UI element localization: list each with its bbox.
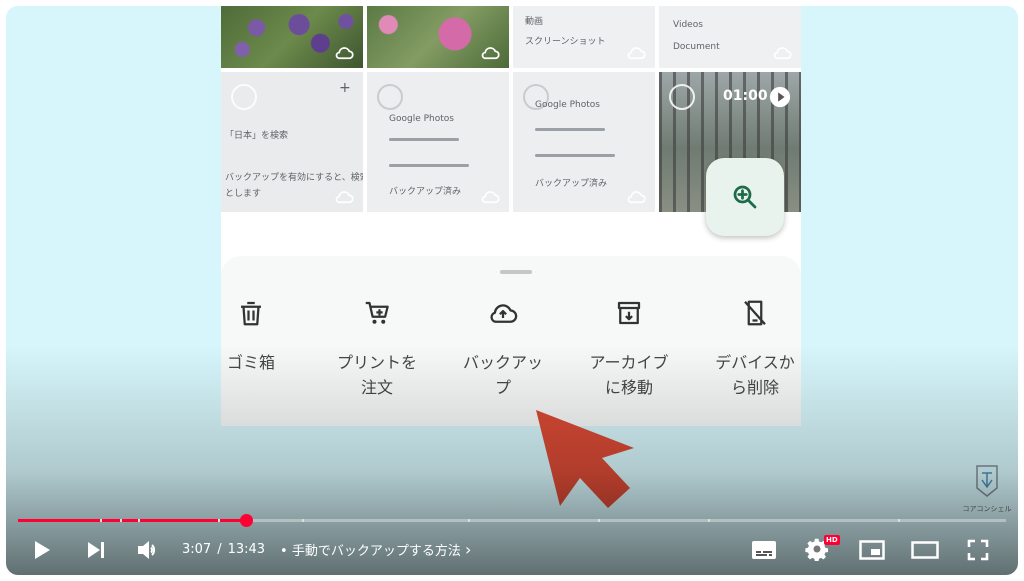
chapter-title-button[interactable]: • 手動でバックアップする方法 ›: [280, 540, 471, 560]
thumbnail-screenshot: + 「日本」を検索 バックアップを有効にすると、検索の効 とします: [221, 72, 363, 212]
time-separator: /: [217, 542, 222, 557]
chapter-marker: [468, 519, 470, 522]
thumbnail-text: Google Photos: [535, 100, 600, 110]
thumbnail-text: バックアップを有効にすると、検索の効: [225, 173, 363, 183]
zoom-in-icon: [733, 185, 757, 209]
mute-button[interactable]: [132, 536, 164, 564]
play-circle-icon: [769, 86, 791, 108]
chapter-marker: [138, 519, 140, 522]
fullscreen-button[interactable]: [962, 536, 994, 564]
chevron-right-icon: ›: [464, 540, 472, 559]
chapter-title: 手動でバックアップする方法: [291, 544, 461, 559]
cloud-icon: [335, 47, 354, 60]
thumbnail-text: 「日本」を検索: [225, 131, 289, 141]
channel-logo-icon: [976, 465, 998, 497]
trash-label: ゴミ箱: [226, 353, 275, 372]
cloud-icon: [773, 47, 792, 60]
subtitles-icon: [752, 541, 776, 559]
channel-watermark[interactable]: コアコンシェル: [962, 464, 1012, 518]
chapter-marker: [218, 519, 220, 522]
loading-spinner-icon: [377, 84, 403, 110]
channel-name: コアコンシェル: [962, 505, 1012, 513]
loading-spinner-icon: [231, 84, 257, 110]
thumbnail-screenshot: Videos Document: [659, 6, 801, 68]
current-time: 3:07: [182, 542, 212, 557]
cloud-upload-icon: [490, 304, 518, 323]
time-display: 3:07 / 13:43: [182, 540, 265, 560]
cart-icon: [365, 301, 389, 324]
order-prints-action: プリントを 注文: [317, 298, 437, 400]
backup-label: バックアッ プ: [462, 353, 543, 397]
remove-from-device-action: デバイスか ら削除: [695, 298, 801, 400]
plus-icon: +: [339, 80, 351, 96]
pointer-arrow-annotation: [536, 410, 634, 508]
archive-action: アーカイブ に移動: [569, 298, 689, 400]
progress-bar[interactable]: [18, 514, 1006, 527]
bottom-sheet: ゴミ箱 プリントを 注文 バックアッ プ アーカイブ に移動 デバイスか ら削除: [221, 256, 801, 426]
chapter-marker: [598, 519, 600, 522]
theater-mode-button[interactable]: [908, 536, 942, 564]
thumbnail-text: スクリーンショット: [525, 37, 606, 47]
phone-remove-icon: [744, 300, 766, 326]
chapter-prefix: •: [280, 544, 288, 559]
thumbnail-text: バックアップ済み: [389, 187, 462, 197]
loading-spinner-icon: [669, 84, 695, 110]
chapter-marker: [898, 519, 900, 522]
remove-from-device-label: デバイスか ら削除: [715, 353, 795, 397]
cloud-icon: [627, 191, 646, 204]
zoom-fab: [706, 158, 784, 236]
order-prints-label: プリントを 注文: [336, 353, 417, 397]
video-duration-label: 01:00: [723, 88, 768, 104]
theater-mode-icon: [911, 541, 939, 559]
trash-icon: [241, 301, 261, 326]
volume-icon: [138, 541, 156, 559]
thumbnail-photo: [221, 6, 363, 68]
miniplayer-icon: [859, 540, 885, 560]
video-player[interactable]: 動画 スクリーンショット Videos Document + 「日本」を検索 バ…: [6, 6, 1018, 575]
skip-next-icon: [88, 542, 104, 558]
next-button[interactable]: [80, 536, 112, 564]
thumbnail-screenshot: Google Photos バックアップ済み: [513, 72, 655, 212]
subtitles-button[interactable]: [748, 536, 780, 564]
thumbnail-screenshot: Google Photos バックアップ済み: [367, 72, 509, 212]
chapter-marker: [302, 519, 304, 522]
trash-action: ゴミ箱: [221, 298, 311, 375]
thumbnail-text: Google Photos: [389, 114, 454, 124]
cloud-icon: [481, 191, 500, 204]
thumbnail-text: Videos: [673, 20, 703, 30]
fullscreen-icon: [967, 539, 989, 561]
thumbnail-text: Document: [673, 42, 720, 52]
thumbnail-text: とします: [225, 189, 262, 199]
cloud-icon: [481, 47, 500, 60]
duration: 13:43: [227, 542, 266, 557]
miniplayer-button[interactable]: [856, 536, 888, 564]
thumbnail-photo: [367, 6, 509, 68]
play-button[interactable]: [26, 536, 58, 564]
chapter-marker: [100, 519, 102, 522]
cloud-icon: [335, 191, 354, 204]
archive-label: アーカイブ に移動: [589, 353, 669, 397]
progress-played: [18, 519, 247, 522]
cloud-icon: [627, 47, 646, 60]
backup-action: バックアッ プ: [443, 298, 563, 400]
hd-badge: HD: [824, 535, 840, 545]
thumbnail-text: バックアップ済み: [535, 179, 608, 189]
chapter-marker: [120, 519, 122, 522]
chapter-marker: [708, 519, 710, 522]
play-icon: [35, 541, 50, 559]
thumbnail-screenshot: 動画 スクリーンショット: [513, 6, 655, 68]
sheet-drag-handle: [500, 270, 532, 274]
thumbnail-text: 動画: [525, 17, 544, 27]
archive-icon: [617, 301, 641, 325]
